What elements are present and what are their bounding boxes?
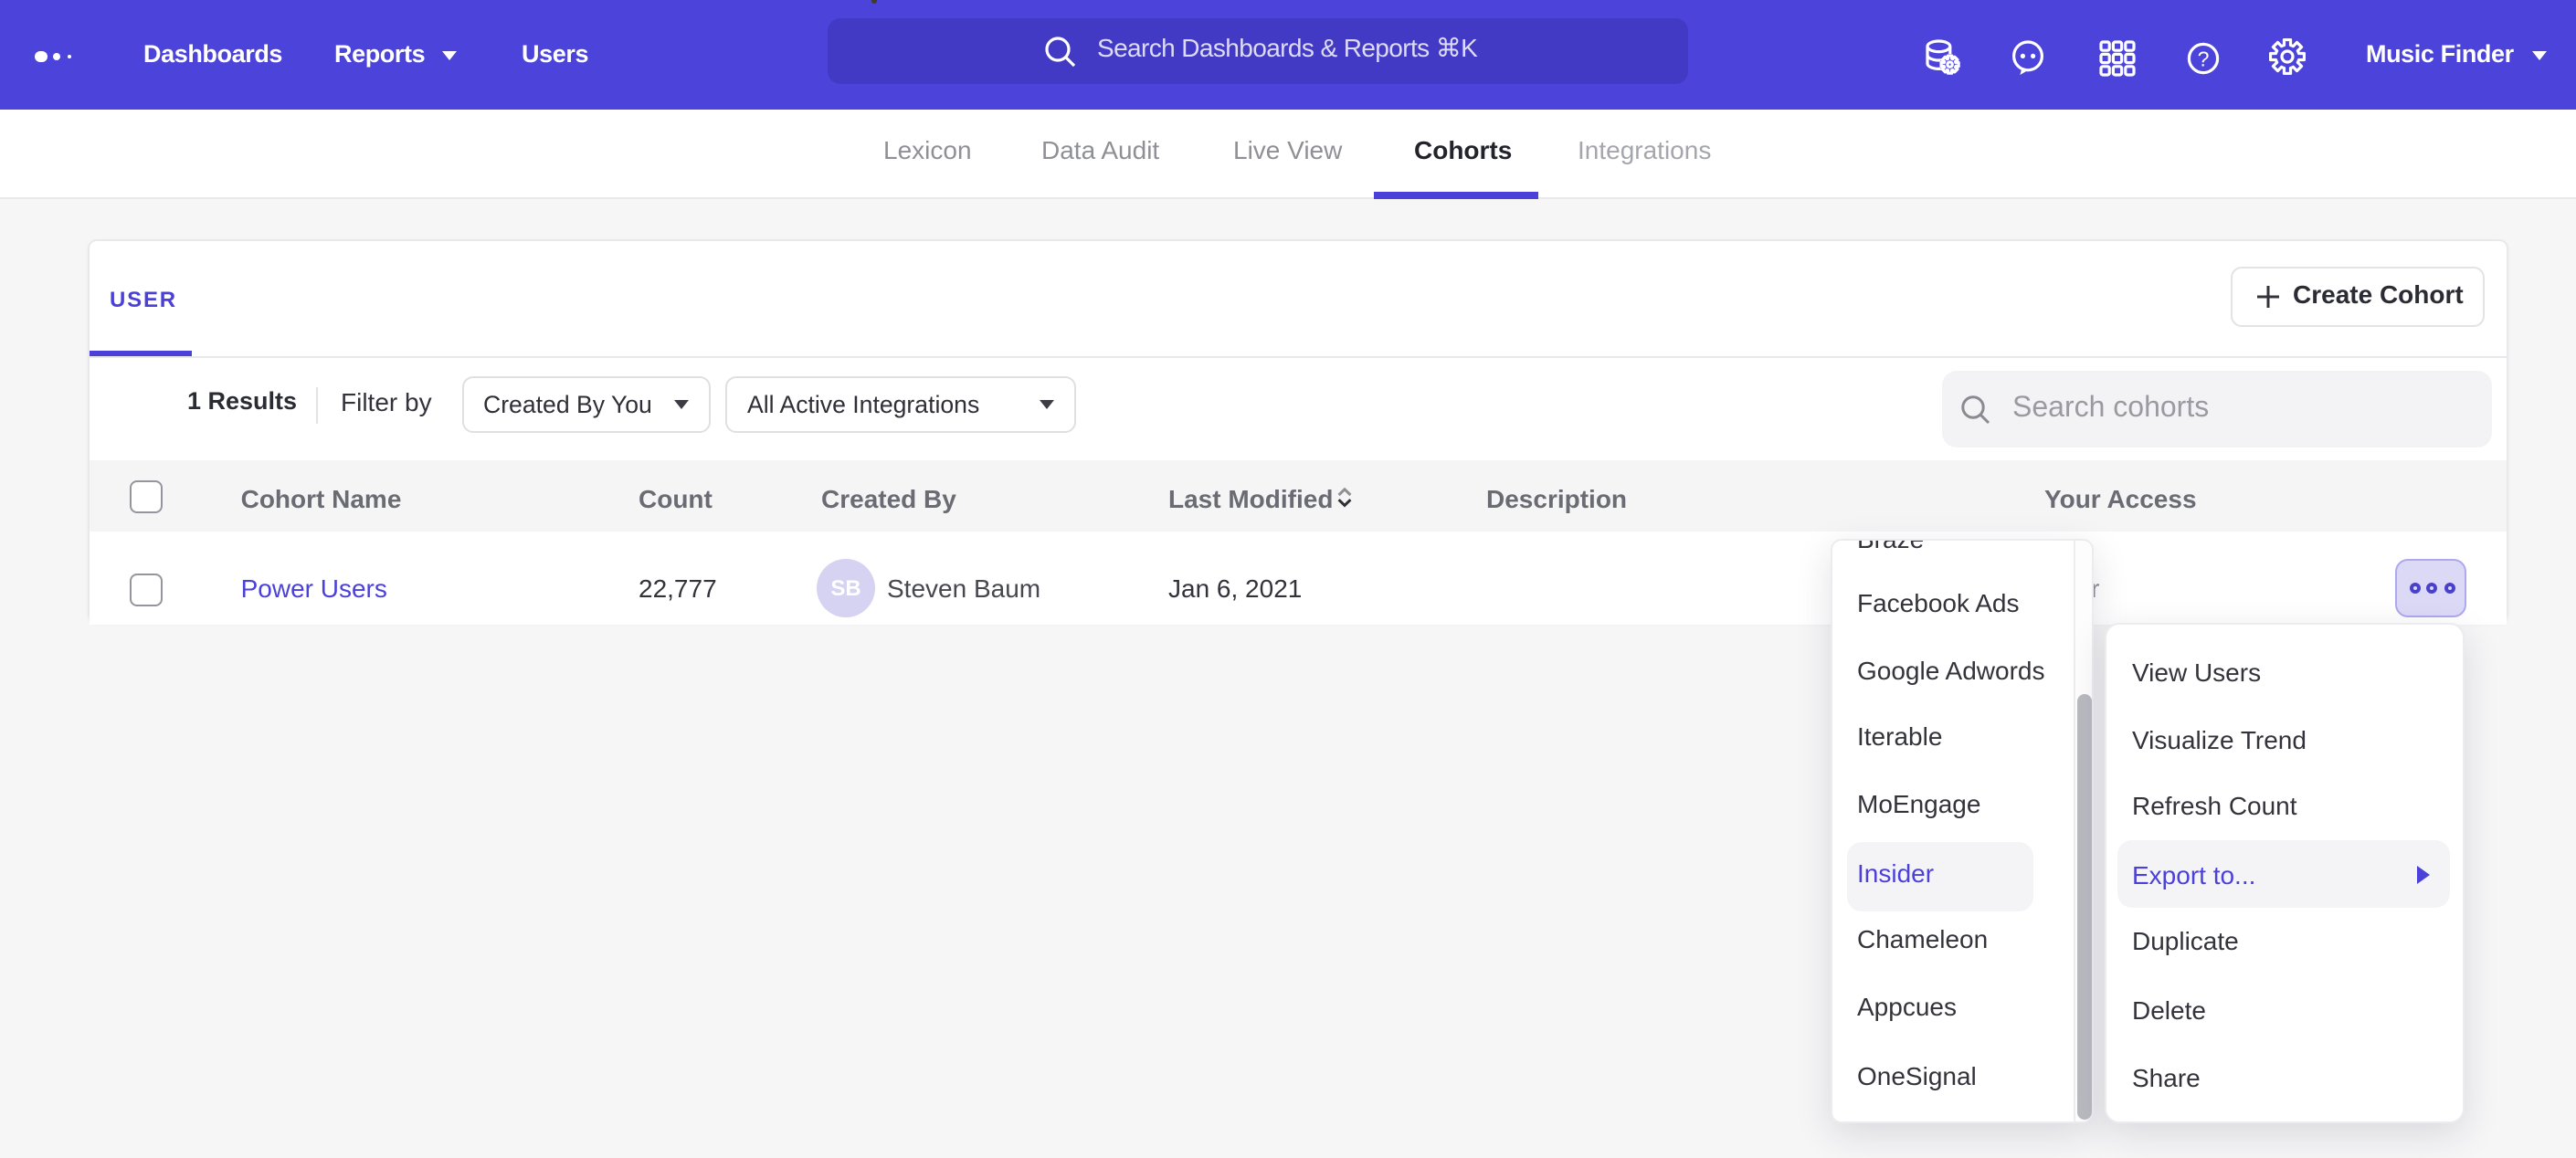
svg-text:?: ? [2197, 46, 2209, 69]
